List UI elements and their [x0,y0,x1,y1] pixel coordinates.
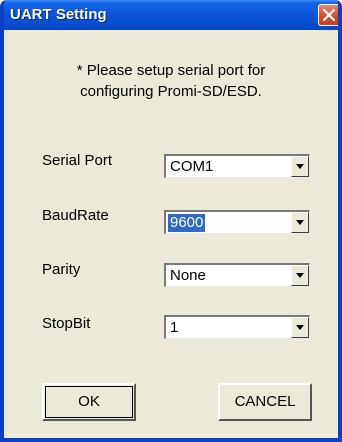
ok-button[interactable]: OK [42,383,136,421]
close-button[interactable] [318,4,338,26]
baud-rate-label: BaudRate [42,207,109,224]
chevron-down-icon [296,273,304,278]
stop-bit-value: 1 [170,319,179,336]
instruction-line-1: * Please setup serial port for [76,62,266,79]
stop-bit-dropdown-button[interactable] [291,317,309,338]
serial-port-value: COM1 [170,158,214,175]
chevron-down-icon [296,325,304,330]
instruction-line-2: configuring Promi-SD/ESD. [80,83,262,100]
title-bar[interactable]: UART Setting [4,0,338,30]
parity-label: Parity [42,261,81,278]
baud-rate-value: 9600 [168,214,206,232]
stop-bit-select[interactable]: 1 [164,315,310,339]
chevron-down-icon [296,220,304,225]
parity-value: None [170,267,206,284]
uart-setting-dialog: UART Setting * Please setup serial port … [0,0,342,442]
stop-bit-label: StopBit [42,315,91,332]
chevron-down-icon [296,164,304,169]
baud-rate-select[interactable]: 9600 [164,210,310,234]
parity-dropdown-button[interactable] [291,265,309,286]
serial-port-select[interactable]: COM1 [164,154,310,178]
close-icon [323,9,335,21]
serial-port-dropdown-button[interactable] [291,156,309,177]
parity-select[interactable]: None [164,263,310,287]
baud-rate-dropdown-button[interactable] [291,212,309,233]
cancel-button[interactable]: CANCEL [218,383,312,421]
window-title: UART Setting [10,6,107,23]
serial-port-label: Serial Port [42,152,113,169]
